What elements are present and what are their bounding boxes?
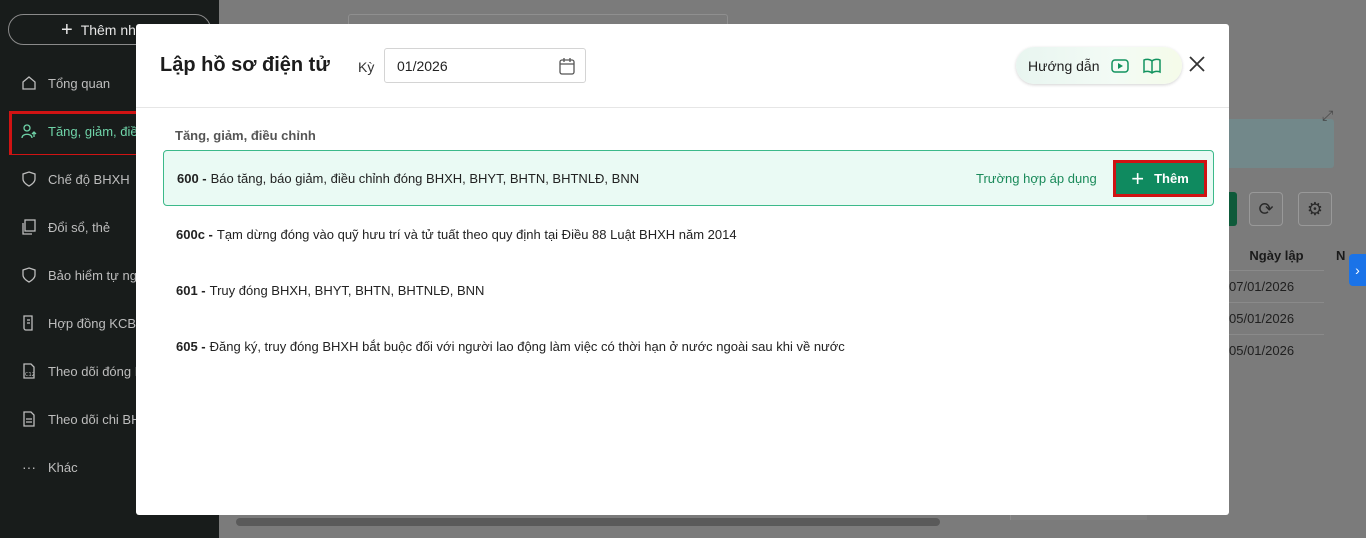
shield-heart-icon: [20, 170, 38, 188]
chevron-right-icon: ›: [1349, 254, 1366, 286]
guide-label: Hướng dẫn: [1028, 57, 1100, 74]
table-cell-date: 07/01/2026: [1229, 270, 1324, 302]
create-electronic-file-dialog: Lập hồ sơ điện tử Kỳ 01/2026 Hướng dẫn T…: [136, 24, 1229, 515]
add-form-label: Thêm: [1154, 171, 1189, 186]
period-label: Kỳ: [358, 59, 375, 75]
form-code: 600 -: [177, 170, 207, 186]
add-new-label: Thêm nha: [80, 21, 144, 38]
form-description: Báo tăng, báo giảm, điều chỉnh đóng BHXH…: [210, 170, 640, 186]
sidebar-item-label: Chế độ BHXH: [48, 171, 130, 187]
video-icon[interactable]: [1109, 55, 1131, 77]
guide-button[interactable]: Hướng dẫn: [1016, 47, 1182, 84]
period-input[interactable]: 01/2026: [384, 48, 586, 83]
more-icon: ···: [22, 459, 36, 475]
dialog-header: Lập hồ sơ điện tử Kỳ 01/2026 Hướng dẫn: [136, 24, 1229, 108]
refresh-icon: ⟳: [1249, 192, 1283, 226]
form-description: Tạm dừng đóng vào quỹ hưu trí và tử tuất…: [216, 226, 737, 242]
gear-icon: ⚙: [1298, 192, 1332, 226]
form-row-605[interactable]: 605 - Đăng ký, truy đóng BHXH bắt buộc đ…: [163, 318, 1214, 374]
book-icon[interactable]: [1141, 55, 1163, 77]
form-row-600c[interactable]: 600c - Tạm dừng đóng vào quỹ hưu trí và …: [163, 206, 1214, 262]
applicable-cases-link[interactable]: Trường hợp áp dụng: [976, 171, 1097, 186]
sidebar-item-label: Theo dõi chi BH: [48, 411, 141, 427]
sidebar-item-label: Tăng, giảm, điề: [48, 123, 138, 139]
sidebar-item-label: Đổi sổ, thẻ: [48, 219, 111, 235]
close-icon[interactable]: [1185, 52, 1209, 76]
plus-icon: +: [61, 18, 73, 41]
doc-list-icon: [20, 410, 38, 428]
form-row-601[interactable]: 601 - Truy đóng BHXH, BHYT, BHTN, BHTNLĐ…: [163, 262, 1214, 318]
sidebar-item-label: Tổng quan: [48, 75, 111, 91]
form-description: Đăng ký, truy đóng BHXH bắt buộc đối với…: [209, 338, 845, 354]
table-cell-date: 05/01/2026: [1229, 334, 1324, 366]
form-code: 605 -: [176, 338, 206, 354]
table-cell-date: 05/01/2026: [1229, 302, 1324, 334]
form-description: Truy đóng BHXH, BHYT, BHTN, BHTNLĐ, BNN: [209, 282, 485, 298]
form-row-600[interactable]: 600 - Báo tăng, báo giảm, điều chỉnh đón…: [163, 150, 1214, 206]
svg-text:C12: C12: [25, 372, 35, 378]
dialog-title: Lập hồ sơ điện tử: [160, 54, 330, 76]
sidebar-item-label: Theo dõi đóng B: [48, 363, 144, 379]
section-title: Tăng, giảm, điều chỉnh: [175, 128, 316, 143]
form-code: 601 -: [176, 282, 206, 298]
sidebar-item-label: Khác: [48, 459, 78, 475]
shield-icon: [20, 266, 38, 284]
expand-icon: ⤢: [1322, 107, 1334, 123]
form-code: 600c -: [176, 226, 213, 242]
user-up-icon: [20, 122, 38, 140]
copy-icon: [20, 218, 38, 236]
home-icon: [20, 74, 38, 92]
horizontal-scrollbar: [236, 518, 940, 526]
doc-c12-icon: C12: [20, 362, 38, 380]
sidebar-item-label: Bảo hiểm tự ngu: [48, 267, 145, 283]
sidebar-item-label: Hợp đồng KCB: [48, 315, 137, 331]
table-header-date: Ngày lập: [1249, 247, 1304, 263]
period-value: 01/2026: [397, 57, 448, 74]
add-form-button[interactable]: + Thêm: [1113, 160, 1207, 197]
scroll-icon: [20, 314, 38, 332]
plus-icon: +: [1131, 165, 1145, 191]
calendar-icon[interactable]: [559, 57, 575, 75]
